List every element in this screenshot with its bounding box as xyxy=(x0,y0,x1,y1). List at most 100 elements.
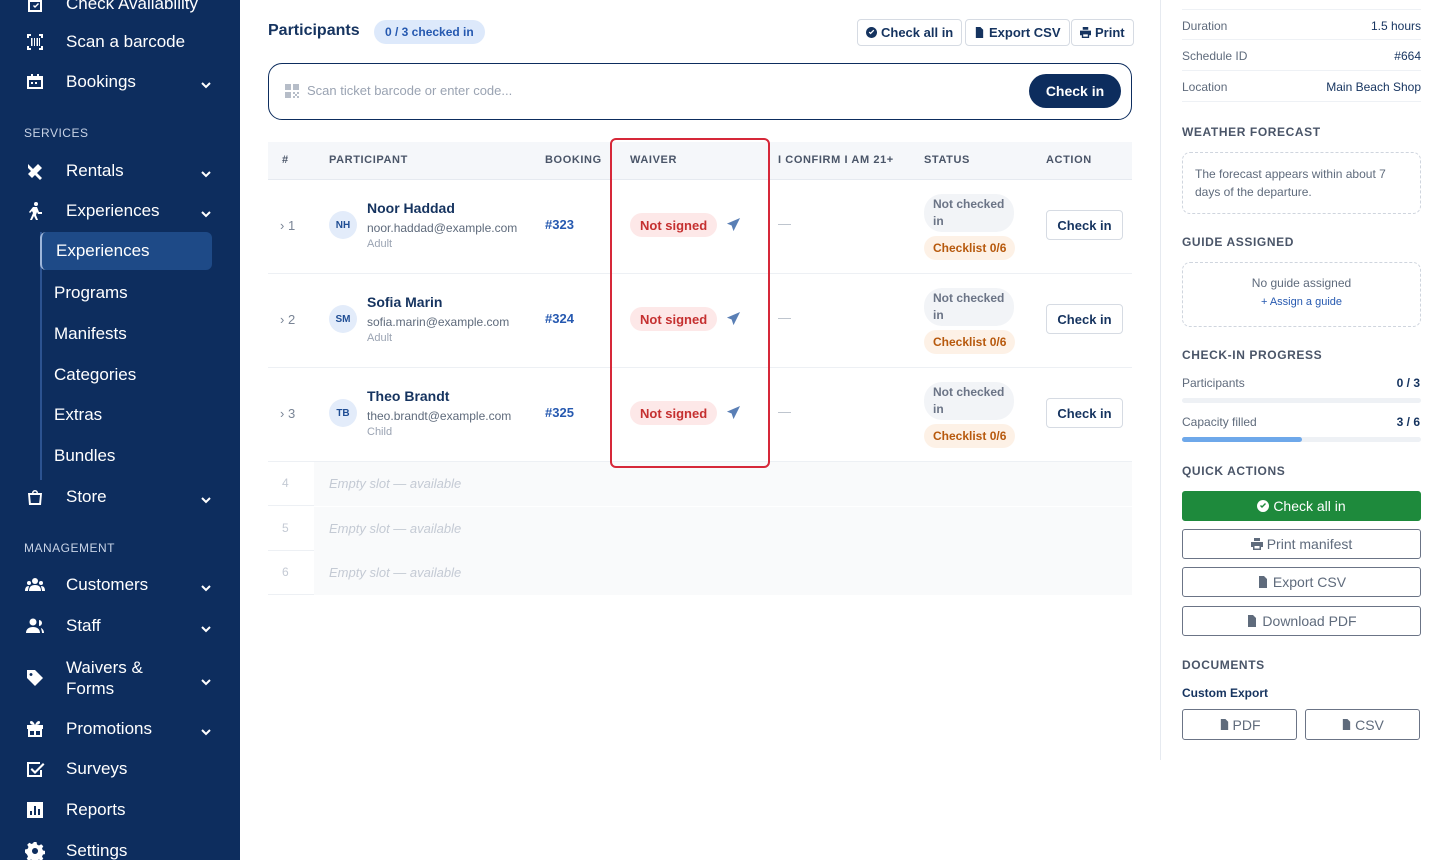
sidebar-item-waivers-forms[interactable]: Waivers & Forms xyxy=(24,657,212,699)
row-check-in-button[interactable]: Check in xyxy=(1046,304,1123,334)
col-participant: PARTICIPANT xyxy=(329,154,408,166)
checklist-badge: Checklist 0/6 xyxy=(924,236,1016,260)
guide-box: No guide assigned + Assign a guide xyxy=(1182,262,1421,327)
sidebar-item-customers[interactable]: Customers xyxy=(24,567,212,603)
scan-check-in-button[interactable]: Check in xyxy=(1029,74,1121,108)
sidebar-item-staff[interactable]: Staff xyxy=(24,608,212,644)
sidebar: Check Availability Scan a barcode Bookin… xyxy=(0,0,240,860)
file-icon xyxy=(1342,719,1351,730)
col-action: ACTION xyxy=(1046,154,1092,166)
gear-icon xyxy=(24,840,46,860)
col-index: # xyxy=(282,154,289,166)
sidebar-item-settings[interactable]: Settings xyxy=(24,833,212,860)
row-check-in-button[interactable]: Check in xyxy=(1046,398,1123,428)
participants-progress-bar xyxy=(1182,398,1421,403)
calendar-check-icon xyxy=(24,0,46,15)
check-all-in-button[interactable]: Check all in xyxy=(857,19,963,46)
participant-name: Theo Brandt xyxy=(367,388,450,404)
col-confirm-21: I CONFIRM I AM 21+ xyxy=(778,154,894,166)
sidebar-item-scan-barcode[interactable]: Scan a barcode xyxy=(24,24,212,60)
csv-export-button[interactable]: CSV xyxy=(1305,709,1420,740)
row-expand-toggle[interactable]: › 2 xyxy=(280,312,295,327)
empty-slot-row: 5 Empty slot — available xyxy=(268,507,1132,551)
printer-icon xyxy=(1080,27,1091,38)
confirm-21-value: — xyxy=(778,310,791,325)
rentals-icon xyxy=(24,160,46,182)
export-csv-panel-button[interactable]: Export CSV xyxy=(1182,567,1421,597)
capacity-progress-bar xyxy=(1182,437,1421,442)
col-booking: BOOKING xyxy=(545,154,602,166)
print-button[interactable]: Print xyxy=(1071,19,1134,46)
status-badge: Not checked in xyxy=(924,382,1014,420)
file-icon xyxy=(1220,719,1228,730)
row-expand-toggle[interactable]: › 1 xyxy=(280,218,295,233)
avatar: NH xyxy=(329,211,357,239)
check-circle-icon xyxy=(1257,500,1270,512)
staff-icon xyxy=(24,615,46,637)
pdf-export-button[interactable]: PDF xyxy=(1182,709,1297,740)
booking-link[interactable]: #323 xyxy=(545,217,574,232)
scan-bar: Scan ticket barcode or enter code... Che… xyxy=(268,63,1132,120)
sidebar-item-surveys[interactable]: Surveys xyxy=(24,751,212,787)
capacity-progress-value: 3 / 6 xyxy=(1396,415,1420,429)
participant-type: Adult xyxy=(367,332,393,344)
avatar: TB xyxy=(329,399,357,427)
check-all-in-primary-button[interactable]: Check all in xyxy=(1182,491,1421,521)
check-circle-icon xyxy=(866,27,877,38)
participant-name: Sofia Marin xyxy=(367,294,443,310)
checked-in-badge: 0 / 3 checked in xyxy=(374,20,485,44)
printer-icon xyxy=(1250,538,1263,550)
participants-title: Participants xyxy=(268,22,360,39)
location-row: Location Main Beach Shop xyxy=(1182,71,1421,102)
services-heading: SERVICES xyxy=(24,126,89,140)
gift-icon xyxy=(24,718,46,740)
documents-heading: DOCUMENTS xyxy=(1182,658,1265,672)
sidebar-item-reports[interactable]: Reports xyxy=(24,792,212,828)
participant-name: Noor Haddad xyxy=(367,200,455,216)
sidebar-subitem-bundles[interactable]: Bundles xyxy=(40,437,212,475)
export-csv-button[interactable]: Export CSV xyxy=(965,19,1070,46)
download-pdf-button[interactable]: Download PDF xyxy=(1182,606,1421,636)
sidebar-subitem-experiences[interactable]: Experiences xyxy=(40,232,212,270)
file-icon xyxy=(1258,576,1267,588)
sidebar-subitem-programs[interactable]: Programs xyxy=(40,274,212,312)
chart-icon xyxy=(24,799,46,821)
checkbox-icon xyxy=(24,758,46,780)
empty-slot-row: 4 Empty slot — available xyxy=(268,462,1132,506)
print-manifest-button[interactable]: Print manifest xyxy=(1182,529,1421,559)
guide-heading: GUIDE ASSIGNED xyxy=(1182,235,1294,249)
booking-link[interactable]: #325 xyxy=(545,405,574,420)
chevron-down-icon xyxy=(200,579,212,592)
sidebar-item-bookings[interactable]: Bookings xyxy=(24,64,212,100)
chevron-down-icon xyxy=(200,491,212,504)
sidebar-item-rentals[interactable]: Rentals xyxy=(24,153,212,189)
chevron-down-icon xyxy=(200,620,212,633)
management-heading: MANAGEMENT xyxy=(24,541,116,555)
weather-heading: WEATHER FORECAST xyxy=(1182,125,1321,139)
booking-link[interactable]: #324 xyxy=(545,311,574,326)
sidebar-item-check-availability[interactable]: Check Availability xyxy=(24,0,212,22)
scan-input[interactable]: Scan ticket barcode or enter code... xyxy=(307,83,512,98)
sidebar-subitem-categories[interactable]: Categories xyxy=(40,356,212,394)
participant-email: noor.haddad@example.com xyxy=(367,221,518,235)
sidebar-item-promotions[interactable]: Promotions xyxy=(24,711,212,747)
participant-email: theo.brandt@example.com xyxy=(367,409,512,423)
barcode-scan-icon xyxy=(24,31,46,53)
slot-label: Empty slot — available xyxy=(314,551,1132,595)
confirm-21-value: — xyxy=(778,404,791,419)
assign-guide-link[interactable]: + Assign a guide xyxy=(1183,296,1420,308)
participant-type: Child xyxy=(367,426,393,438)
main-content: Participants 0 / 3 checked in Check all … xyxy=(240,0,1160,860)
participant-type: Adult xyxy=(367,238,393,250)
sidebar-subitem-extras[interactable]: Extras xyxy=(40,396,212,434)
chevron-down-icon xyxy=(200,205,212,218)
file-icon xyxy=(1248,615,1257,627)
file-icon xyxy=(975,27,984,38)
sidebar-item-experiences[interactable]: Experiences xyxy=(24,193,212,229)
row-check-in-button[interactable]: Check in xyxy=(1046,210,1123,240)
slot-index: 6 xyxy=(282,565,289,579)
empty-slot-row: 6 Empty slot — available xyxy=(268,551,1132,595)
sidebar-item-store[interactable]: Store xyxy=(24,479,212,515)
sidebar-subitem-manifests[interactable]: Manifests xyxy=(40,315,212,353)
row-expand-toggle[interactable]: › 3 xyxy=(280,406,295,421)
